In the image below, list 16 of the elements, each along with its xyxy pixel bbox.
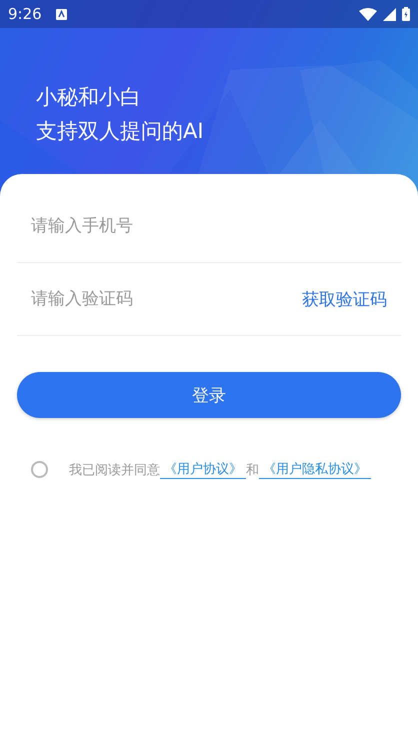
headline-text: 小秘和小白 [36, 84, 142, 110]
login-button[interactable]: 登录 [17, 372, 401, 418]
status-time: 9:26 [8, 5, 42, 23]
code-field[interactable]: 请输入验证码 [31, 289, 302, 309]
get-code-button[interactable]: 获取验证码 [302, 288, 387, 310]
agreement-text: 我已阅读并同意 [69, 462, 160, 478]
phone-field[interactable]: 请输入手机号 [31, 216, 387, 236]
signal-icon [383, 8, 396, 20]
battery-icon [402, 7, 410, 21]
agreement-link[interactable]: 《用户协议》 [160, 460, 246, 479]
agree-radio[interactable] [31, 461, 48, 478]
notification-icon [56, 8, 67, 20]
wifi-icon [359, 8, 377, 20]
headline-text: 支持双人提问的AI [36, 118, 205, 144]
agreement-link[interactable]: 《用户隐私协议》 [259, 460, 371, 479]
agreement-text: 和 [246, 462, 259, 478]
